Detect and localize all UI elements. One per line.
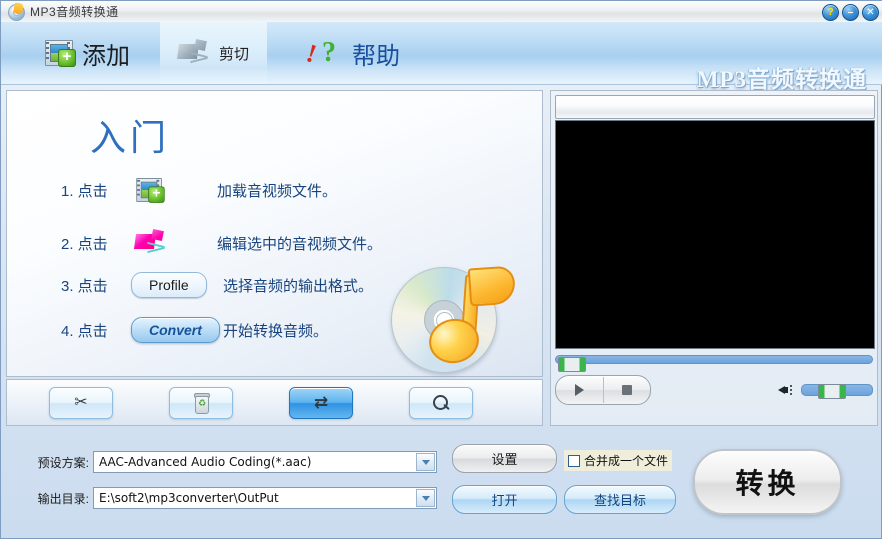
output-combobox[interactable]: E:\soft2\mp3converter\OutPut — [93, 487, 437, 509]
action-button-bar: ✂ ♻ ⇄ — [6, 379, 543, 426]
toolbar-cut-button[interactable]: 剪切 — [160, 22, 268, 84]
getting-started-step-2: 2. 点击 编辑选中的音视频文件。 — [61, 228, 383, 256]
trash-icon: ♻ — [194, 393, 210, 414]
step-3-description: 选择音频的输出格式。 — [223, 277, 374, 295]
step-2-number: 2. 点击 — [61, 235, 108, 253]
window-title: MP3音频转换通 — [30, 5, 119, 19]
main-convert-button[interactable]: 转换 — [693, 449, 842, 515]
title-bar: MP3音频转换通 ? – ✕ — [1, 1, 882, 23]
stop-button[interactable] — [604, 376, 651, 404]
transport-group — [555, 375, 651, 405]
preset-value: AAC-Advanced Audio Coding(*.aac) — [99, 455, 312, 469]
volume-slider[interactable] — [801, 384, 873, 399]
search-icon — [432, 394, 450, 412]
preset-label: 预设方案: — [37, 455, 89, 470]
add-file-icon: + — [45, 40, 76, 67]
step-4-control: Convert — [127, 317, 223, 343]
step-4-number: 4. 点击 — [61, 322, 108, 340]
help-window-button[interactable]: ? — [822, 4, 839, 21]
step-2-control — [127, 228, 217, 256]
scissors-icon: ✂ — [74, 393, 88, 411]
brand-title: MP3音频转换通 — [696, 67, 867, 92]
cut-clip-icon — [133, 228, 169, 256]
volume-thumb[interactable] — [818, 384, 846, 399]
search-action-button[interactable] — [409, 386, 473, 419]
toolbar-cut-label: 剪切 — [219, 45, 250, 63]
main-toolbar: + 添加 剪切 !? 帮助 MP3音频转换通 — [1, 22, 882, 92]
getting-started-heading: 入门 — [90, 118, 171, 158]
getting-started-step-1: 1. 点击 + 加载音视频文件。 — [61, 177, 337, 203]
play-icon — [574, 384, 584, 396]
volume-control — [778, 383, 873, 399]
play-button[interactable] — [556, 376, 603, 404]
step-2-description: 编辑选中的音视频文件。 — [217, 235, 383, 253]
chevron-down-icon[interactable] — [416, 489, 435, 507]
toolbar-add-label: 添加 — [82, 42, 130, 70]
app-disc-note-icon — [7, 2, 25, 21]
seek-thumb[interactable] — [558, 357, 586, 372]
toolbar-add-button[interactable]: + 添加 — [27, 22, 148, 84]
minimize-window-button[interactable]: – — [842, 4, 859, 21]
merge-checkbox-label: 合并成一个文件 — [584, 454, 669, 468]
seek-track[interactable] — [555, 355, 873, 372]
toolbar-help-label: 帮助 — [352, 42, 401, 70]
output-label: 输出目录: — [37, 491, 89, 506]
step-3-control: Profile — [127, 272, 223, 298]
preset-combobox[interactable]: AAC-Advanced Audio Coding(*.aac) — [93, 451, 437, 473]
cut-action-button[interactable]: ✂ — [49, 386, 113, 419]
merge-checkbox-row[interactable]: 合并成一个文件 — [564, 450, 673, 471]
step-1-description: 加载音视频文件。 — [217, 182, 338, 200]
transport-controls — [555, 374, 873, 406]
convert-action-button[interactable]: ⇄ — [289, 386, 353, 419]
close-window-button[interactable]: ✕ — [862, 4, 879, 21]
video-display[interactable] — [555, 120, 875, 349]
window-controls: ? – ✕ — [822, 4, 879, 21]
cut-clip-icon — [176, 38, 212, 66]
preset-row: 预设方案: AAC-Advanced Audio Coding(*.aac) — [19, 451, 437, 473]
step-1-control: + — [127, 177, 217, 203]
seek-slider[interactable] — [555, 352, 873, 372]
step-4-description: 开始转换音频。 — [223, 322, 329, 340]
getting-started-step-3: 3. 点击 Profile 选择音频的输出格式。 — [61, 272, 373, 298]
speaker-icon[interactable] — [778, 383, 795, 397]
chevron-down-icon[interactable] — [416, 453, 435, 471]
merge-checkbox[interactable] — [568, 454, 580, 467]
open-button[interactable]: 打开 — [452, 485, 557, 514]
profile-button[interactable]: Profile — [131, 272, 207, 298]
delete-action-button[interactable]: ♻ — [169, 386, 233, 419]
find-target-button[interactable]: 查找目标 — [564, 485, 676, 514]
preview-panel — [550, 90, 878, 426]
preview-title-strip — [555, 95, 875, 119]
step-3-number: 3. 点击 — [61, 277, 108, 295]
convert-button[interactable]: Convert — [131, 317, 220, 343]
application-window: MP3音频转换通 ? – ✕ + 添加 剪切 ! ? 帮助 MP3音频转换通 入… — [0, 0, 882, 539]
output-value: E:\soft2\mp3converter\OutPut — [99, 491, 279, 505]
settings-button[interactable]: 设置 — [452, 444, 557, 473]
toolbar-help-button[interactable]: !? 帮助 — [289, 22, 418, 84]
cd-music-note-logo — [385, 257, 525, 385]
convert-arrows-icon: ⇄ — [313, 393, 329, 412]
step-1-number: 1. 点击 — [61, 182, 108, 200]
getting-started-step-4: 4. 点击 Convert 开始转换音频。 — [61, 317, 328, 343]
output-row: 输出目录: E:\soft2\mp3converter\OutPut — [19, 487, 437, 509]
help-question-icon: !? — [302, 37, 337, 69]
stop-icon — [621, 385, 632, 395]
main-convert-label: 转换 — [735, 469, 800, 500]
add-file-icon: + — [136, 178, 165, 203]
